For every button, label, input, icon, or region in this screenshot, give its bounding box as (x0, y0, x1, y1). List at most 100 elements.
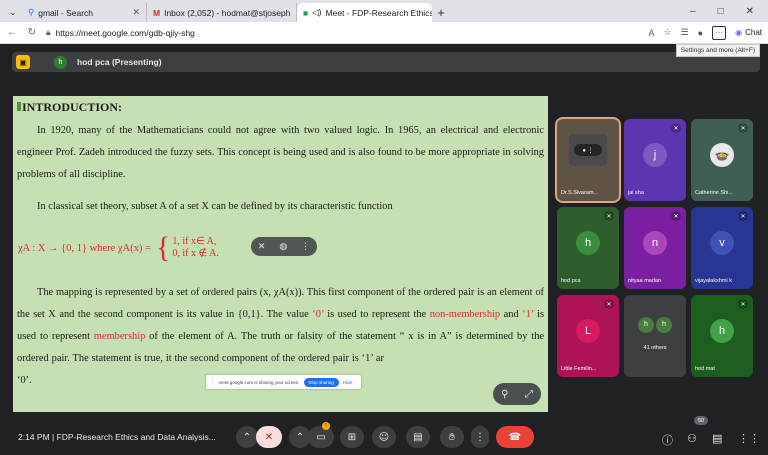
slide-paragraph-2: In classical set theory, subset A of a s… (37, 201, 393, 212)
cases-list: 1, if x∈ A, 0, if x ∉ A. (172, 236, 219, 260)
participant-tile-3[interactable]: ✕ 🍲 Catherine Shi... (691, 119, 753, 201)
settings-more-button[interactable]: ··· (712, 25, 727, 40)
mic-off-icon: ✕ (738, 123, 748, 133)
captions-button[interactable]: ▤ (406, 426, 430, 448)
maximize-button[interactable]: □ (718, 6, 724, 17)
formula-lhs: χA : X → {0, 1} where χA(x) = (18, 242, 151, 254)
meet-header: ▣ h hod pca (Presenting) (0, 44, 768, 80)
mic-toggle-button[interactable]: ✕ (256, 426, 282, 448)
formula-cases: { 1, if x∈ A, 0, if x ∉ A. (156, 233, 219, 263)
activities-grid-icon[interactable]: ⋮⋮ (738, 432, 760, 445)
participant-tile-others[interactable]: h h 41 others (624, 295, 686, 377)
participant-tile-9[interactable]: ✕ h hod mat (691, 295, 753, 377)
para3-red-membership: membership (93, 331, 146, 342)
close-icon[interactable]: ✕ (126, 7, 140, 18)
favorites-icon[interactable]: ☰ (681, 27, 689, 38)
hang-up-icon: ☎︎ (508, 431, 522, 443)
tab-gmail-search[interactable]: ⚲ gmail - Search ✕ (22, 3, 147, 22)
participant-tile-1[interactable]: ● ⋮ Dr.S.Sivaram... (555, 117, 621, 203)
participant-name: Dr.S.Sivaram... (561, 190, 598, 196)
more-vert-icon[interactable]: ⋮ (301, 241, 310, 252)
participant-name: jai sha (628, 190, 644, 196)
brace-glyph: { (155, 231, 171, 264)
screen-sharing-bar: ⋮ meet.google.com is sharing your screen… (206, 375, 361, 389)
emoji-reactions-button[interactable]: ☺ (372, 426, 396, 448)
tab-label: gmail - Search (38, 7, 94, 18)
people-icon[interactable]: ⚇ (687, 432, 697, 445)
raise-hand-button[interactable]: ✋︎ (440, 426, 464, 448)
address-bar: ← ↻ 🔒︎ https://meet.google.com/gdb-qjiy-… (0, 22, 768, 44)
minimize-button[interactable]: – (690, 6, 696, 17)
participant-tile-5[interactable]: ✕ n nityaa madan (624, 207, 686, 289)
share-bar-handle-icon[interactable]: ⋮ (210, 379, 215, 385)
more-vert-icon: ⋮ (475, 431, 485, 443)
para3-red-one: ‘1’ (522, 309, 534, 320)
characteristic-function-formula: χA : X → {0, 1} where χA(x) = { 1, if x∈… (18, 228, 219, 268)
para3-text-c: and (500, 309, 523, 320)
participant-count-badge: 50 (694, 416, 708, 425)
participant-tile-6[interactable]: ✕ v vijayalakshmi k (691, 207, 753, 289)
reload-icon[interactable]: ↻ (26, 27, 38, 38)
back-arrow-icon[interactable]: ← (6, 27, 18, 38)
search-icon: ⚲ (28, 7, 35, 17)
meet-control-bar: 2:14 PM | FDP-Research Ethics and Data A… (0, 420, 768, 455)
participant-avatar: 🍲 (710, 143, 734, 168)
read-aloud-icon[interactable]: A (649, 28, 655, 38)
extension-icon[interactable]: ● (698, 28, 703, 38)
meet-window: ⌄ ⚲ gmail - Search ✕ M Inbox (2,052) - h… (0, 0, 768, 455)
mic-off-icon: ✕ (738, 299, 748, 309)
participant-tile-7[interactable]: ✕ L Little Femilin... (557, 295, 619, 377)
toolbar-right: A ☆ ☰ ● ··· ◉ Chat (649, 25, 762, 40)
present-screen-icon: ⊞ (347, 431, 357, 443)
stop-sharing-button[interactable]: Stop sharing (303, 377, 339, 387)
meeting-details-info-icon[interactable]: ⓘ (662, 432, 673, 448)
fullscreen-icon[interactable]: ⤢ (525, 389, 533, 400)
mic-off-icon: ✕ (671, 211, 681, 221)
tab-inbox[interactable]: M Inbox (2,052) - hodmat@stjoseph ✕ (147, 3, 297, 22)
para3-red-zero: ‘0’ (312, 309, 324, 320)
tile-options-icon[interactable]: ● ⋮ (574, 144, 602, 157)
warning-badge-icon: ! (322, 422, 330, 430)
tab-label: Meet - FDP-Research Ethics (325, 7, 432, 18)
hide-button[interactable]: Hide (343, 380, 352, 385)
chat-label: Chat (745, 28, 762, 37)
leave-call-button[interactable]: ☎︎ (496, 426, 534, 448)
favorite-star-icon[interactable]: ☆ (664, 27, 672, 38)
tab-search-chevron-icon[interactable]: ⌄ (4, 3, 22, 22)
meet-icon: ■ (303, 7, 309, 18)
presenter-avatar: h (54, 55, 67, 69)
chat-icon[interactable]: ▤ (712, 432, 722, 445)
present-screen-icon: ▣ (16, 55, 30, 69)
present-now-button[interactable]: ⊞ (340, 426, 364, 448)
audio-options-chevron[interactable]: ⌃ (236, 426, 258, 448)
presenting-chip[interactable]: ▣ h hod pca (Presenting) (12, 52, 760, 72)
slide-paragraph-1: In 1920, many of the Mathematicians coul… (17, 125, 544, 180)
participant-avatar: h (710, 319, 734, 344)
camera-toggle-button[interactable]: ▭! (308, 422, 334, 448)
shared-screen-slide: INTRODUCTION: In 1920, many of the Mathe… (13, 96, 548, 412)
browser-tab-strip: ⌄ ⚲ gmail - Search ✕ M Inbox (2,052) - h… (0, 0, 768, 22)
participant-name: vijayalakshmi k (695, 278, 732, 284)
close-window-button[interactable]: ✕ (746, 6, 754, 17)
mic-off-icon: ✕ (671, 123, 681, 133)
captions-icon: ▤ (413, 431, 423, 443)
zoom-controls: ⚲ ⤢ (493, 383, 541, 405)
pin-off-icon[interactable]: ✕ (258, 241, 266, 252)
tab-meet[interactable]: ■ ◁) Meet - FDP-Research Ethics ✕ (297, 3, 432, 22)
copilot-icon: ◉ (735, 28, 743, 37)
meeting-time-title: 2:14 PM | FDP-Research Ethics and Data A… (18, 432, 216, 442)
food-bowl-icon: 🍲 (714, 148, 730, 163)
lock-icon: 🔒︎ (46, 27, 51, 37)
zoom-icon[interactable]: ⚲ (501, 389, 508, 400)
new-tab-button[interactable]: + (432, 3, 450, 22)
url-field[interactable]: 🔒︎ https://meet.google.com/gdb-qjiy-shg (46, 27, 195, 38)
mute-off-icon[interactable]: ◍ (279, 241, 287, 252)
participant-avatar: v (710, 231, 734, 256)
participant-tile-4[interactable]: ✕ h hod pca (557, 207, 619, 289)
mic-off-icon: ✕ (604, 211, 614, 221)
hand-icon: ✋︎ (449, 431, 455, 443)
more-options-button[interactable]: ⋮ (471, 426, 489, 448)
copilot-chat-button[interactable]: ◉ Chat (735, 28, 762, 37)
participant-tile-2[interactable]: ✕ j jai sha (624, 119, 686, 201)
participant-avatar: h (656, 316, 672, 333)
